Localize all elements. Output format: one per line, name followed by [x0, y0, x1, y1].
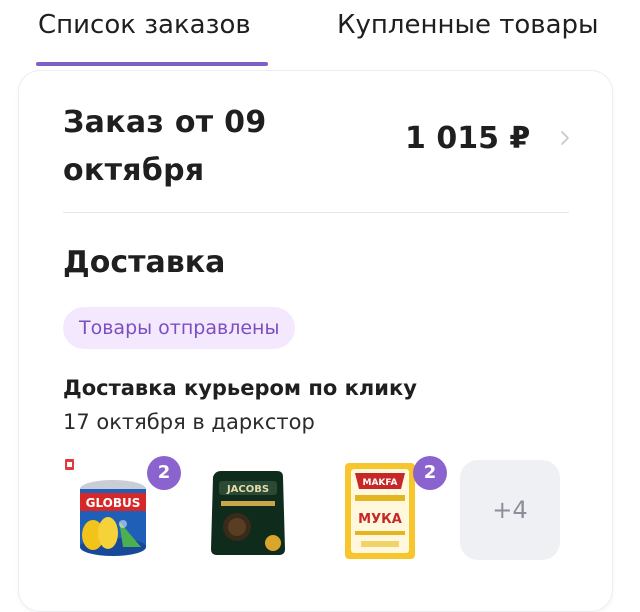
delivery-section-title: Доставка: [63, 245, 226, 280]
order-total: 1 015 ₽: [405, 121, 531, 156]
order-title[interactable]: Заказ от 09 октября: [63, 99, 267, 195]
tab-orders-list[interactable]: Список заказов: [38, 8, 251, 42]
product-thumbnail[interactable]: GLOBUS 2: [63, 456, 181, 561]
coffee-pack-image: JACOBS: [211, 471, 285, 555]
order-card[interactable]: Заказ от 09 октября 1 015 ₽ Доставка Тов…: [18, 70, 613, 612]
quantity-badge: 2: [147, 456, 181, 490]
brand-label: GLOBUS: [86, 496, 141, 510]
chevron-right-icon[interactable]: [554, 127, 576, 149]
divider: [63, 212, 569, 213]
status-badge: Товары отправлены: [63, 307, 296, 349]
brand-label: MAKFA: [363, 478, 398, 488]
quantity-badge: 2: [413, 456, 447, 490]
product-thumbnail[interactable]: MAKFA МУКА 2: [331, 456, 447, 561]
tab-purchased-items[interactable]: Купленные товары: [337, 8, 599, 42]
brand-label: JACOBS: [226, 484, 269, 495]
tab-bar: Список заказов Купленные товары: [0, 0, 640, 70]
delivery-method: Доставка курьером по клику: [63, 376, 417, 400]
active-tab-indicator: [36, 62, 268, 66]
product-thumbnail[interactable]: JACOBS: [197, 459, 299, 561]
more-items-tile[interactable]: +4: [460, 460, 560, 560]
delivery-date: 17 октября в даркстор: [63, 410, 315, 434]
product-subtitle: МУКА: [358, 512, 402, 527]
